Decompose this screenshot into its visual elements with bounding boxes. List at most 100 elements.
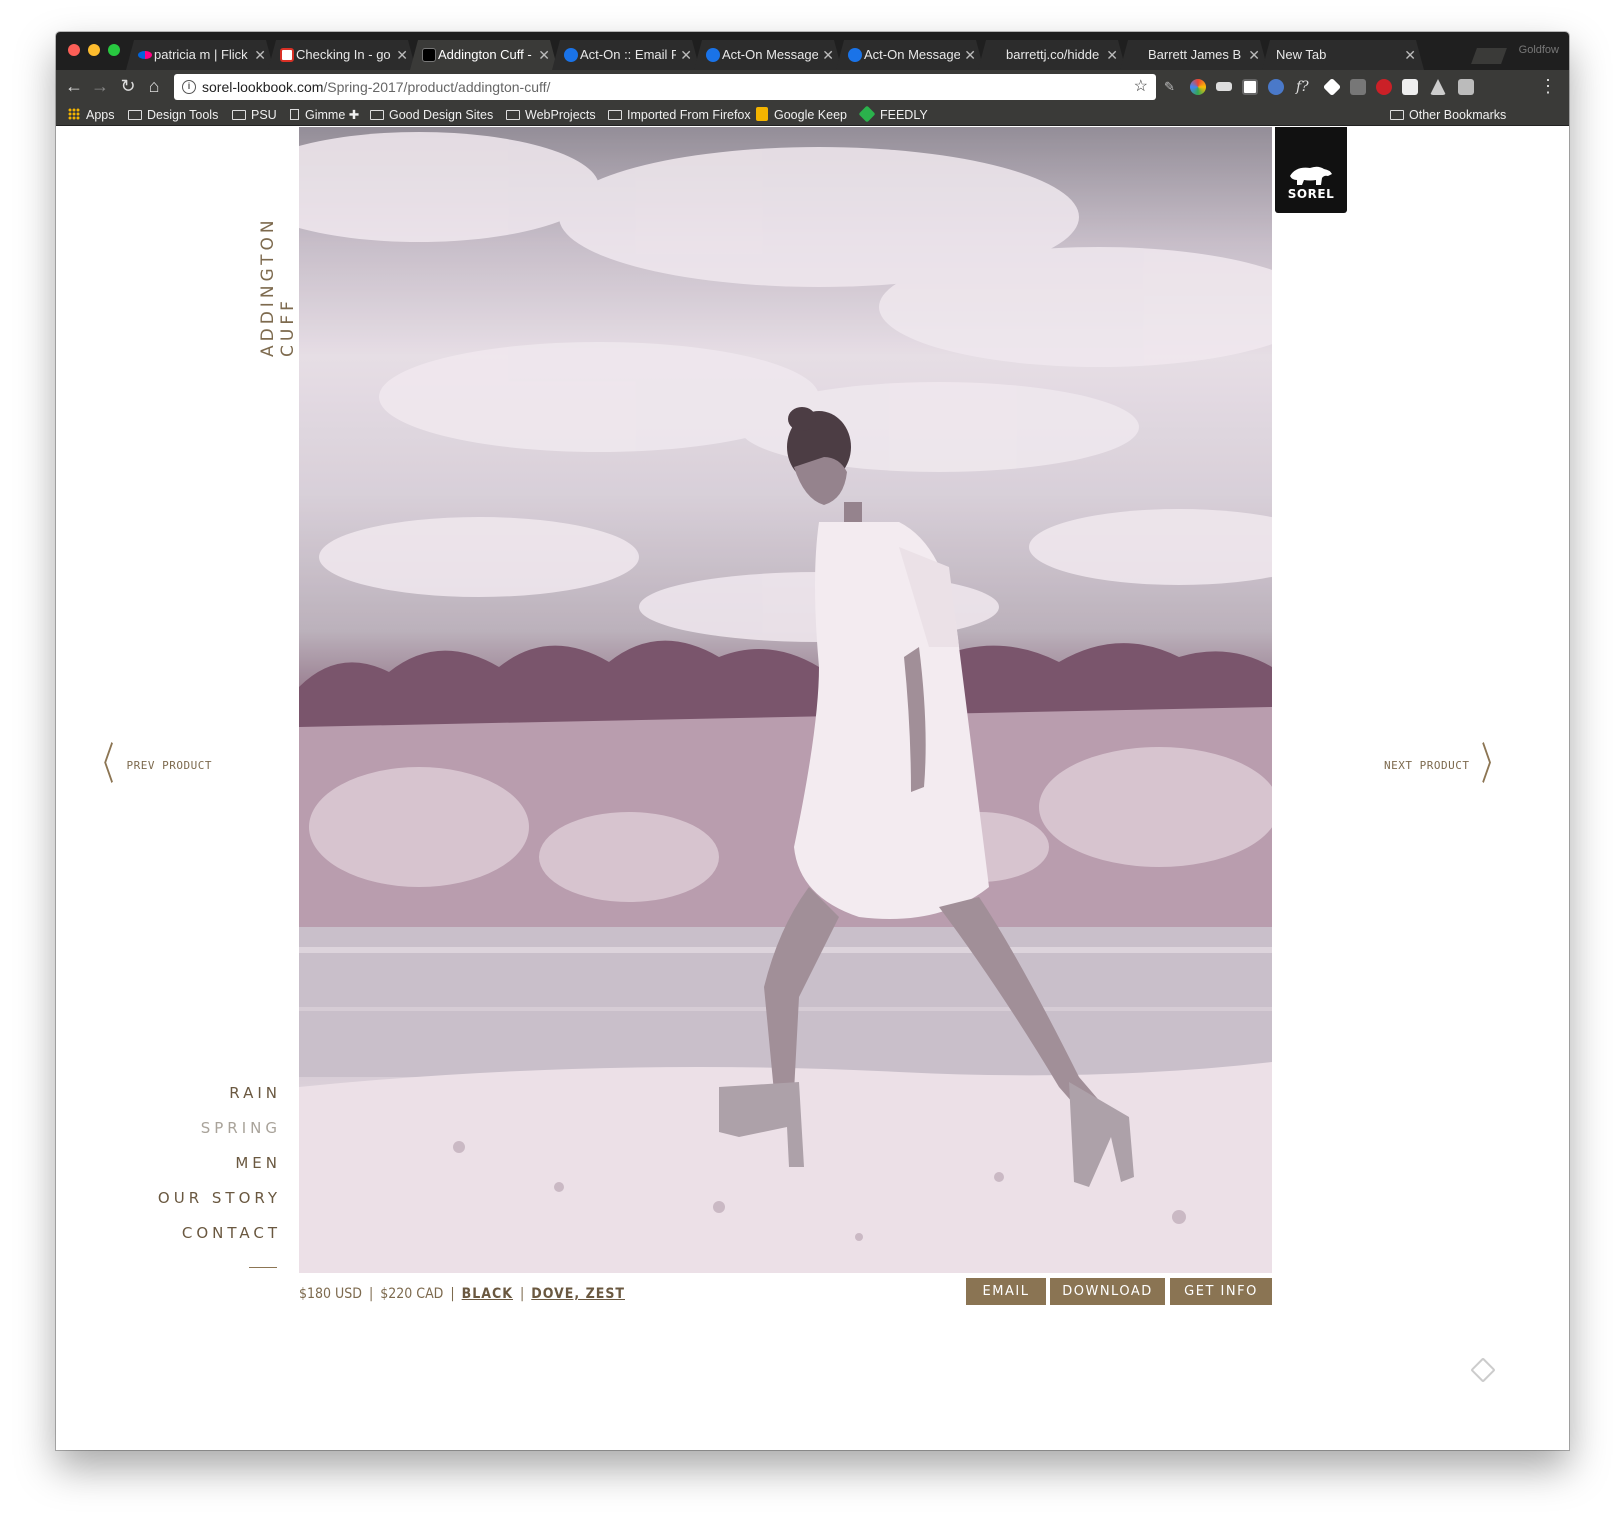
tab-act-on-email[interactable]: Act-On :: Email F ✕ (552, 40, 700, 70)
info-icon[interactable]: i (182, 80, 196, 94)
close-tab-icon[interactable]: ✕ (1404, 40, 1416, 70)
whatfont-icon[interactable]: f? (1296, 79, 1312, 95)
home-icon[interactable]: ⌂ (142, 74, 166, 98)
tab-act-on-message-1[interactable]: Act-On Message ✕ (694, 40, 842, 70)
browser-toolbar: ← → ↻ ⌂ i sorel-lookbook.com/Spring-2017… (56, 70, 1569, 104)
tab-title: barrettj.co/hidde (1006, 47, 1100, 62)
folder-icon (506, 110, 520, 120)
chevron-left-icon: 〈 (90, 739, 115, 790)
close-tab-icon[interactable]: ✕ (680, 40, 692, 70)
download-button[interactable]: DOWNLOAD (1050, 1278, 1165, 1305)
close-tab-icon[interactable]: ✕ (254, 40, 266, 70)
bookmark-label: Google Keep (774, 108, 847, 122)
bookmark-gimme[interactable]: Gimme ✚ (290, 104, 359, 126)
profile-button[interactable]: Goldfow (1519, 44, 1559, 56)
nav-divider (249, 1267, 277, 1268)
folder-icon (370, 110, 384, 120)
feedly-icon (858, 105, 876, 123)
minimize-window-button[interactable] (88, 44, 100, 56)
tab-new-tab[interactable]: New Tab ✕ (1262, 40, 1424, 70)
browser-menu-icon[interactable]: ⋮ (1539, 74, 1557, 98)
bookmark-label: Imported From Firefox (627, 108, 751, 122)
bookmark-label: FEEDLY (880, 108, 928, 122)
bookmark-label: WebProjects (525, 108, 596, 122)
pinterest-icon[interactable] (1376, 79, 1392, 95)
nav-contact[interactable]: CONTACT (158, 1223, 281, 1258)
bookmark-label: Other Bookmarks (1409, 108, 1507, 122)
screenshot-icon[interactable] (1242, 79, 1258, 95)
color-option-alternates[interactable]: DOVE, ZEST (531, 1286, 625, 1302)
tab-addington-cuff[interactable]: Addington Cuff - ✕ (410, 40, 558, 70)
sorel-logo[interactable]: SOREL (1275, 127, 1347, 213)
new-tab-button[interactable] (1471, 48, 1507, 64)
url-text: sorel-lookbook.com/Spring-2017/product/a… (202, 74, 550, 100)
price-cad: $220 CAD (380, 1286, 444, 1302)
nav-rain[interactable]: RAIN (158, 1083, 281, 1118)
tab-flickr[interactable]: patricia m | Flick ✕ (126, 40, 274, 70)
get-info-button[interactable]: GET INFO (1170, 1278, 1272, 1305)
bookmark-imported-from-firefox[interactable]: Imported From Firefox (608, 104, 751, 126)
bookmark-other-bookmarks[interactable]: Other Bookmarks (1390, 104, 1506, 126)
bookmark-psu[interactable]: PSU (232, 104, 277, 126)
nav-men[interactable]: MEN (158, 1153, 281, 1188)
grid-extension-icon[interactable] (1350, 79, 1366, 95)
zoom-window-button[interactable] (108, 44, 120, 56)
tab-title: New Tab (1276, 47, 1327, 62)
close-tab-icon[interactable]: ✕ (1248, 40, 1260, 70)
chevron-right-icon: 〉 (1481, 739, 1506, 790)
apps-grid-icon (68, 108, 80, 120)
next-product-link[interactable]: NEXT PRODUCT 〉 (1384, 742, 1516, 787)
close-window-button[interactable] (68, 44, 80, 56)
browser-window: patricia m | Flick ✕ Checking In - go ✕ … (56, 32, 1569, 1450)
tab-title: Act-On Message (864, 47, 960, 62)
camera-icon[interactable] (1458, 79, 1474, 95)
bookmark-google-keep[interactable]: Google Keep (756, 104, 847, 126)
gem-icon[interactable] (1322, 77, 1342, 97)
tab-act-on-message-2[interactable]: Act-On Message ✕ (836, 40, 984, 70)
prev-product-link[interactable]: 〈 PREV PRODUCT (80, 742, 212, 787)
pen-icon[interactable]: ✎ (1164, 79, 1180, 95)
tab-strip: patricia m | Flick ✕ Checking In - go ✕ … (56, 32, 1569, 70)
bookmark-star-icon[interactable]: ☆ (1134, 74, 1148, 100)
close-tab-icon[interactable]: ✕ (538, 40, 550, 70)
back-arrow-icon[interactable]: ← (62, 74, 86, 98)
bookmark-label: Design Tools (147, 108, 219, 122)
feedback-badge-icon[interactable] (1470, 1357, 1496, 1383)
folder-icon (608, 110, 622, 120)
nav-spring[interactable]: SPRING (158, 1118, 281, 1153)
tab-gmail[interactable]: Checking In - go ✕ (268, 40, 416, 70)
forward-arrow-icon[interactable]: → (88, 74, 112, 98)
close-tab-icon[interactable]: ✕ (396, 40, 408, 70)
power-icon (564, 48, 578, 62)
window-resizer-icon[interactable] (1216, 82, 1232, 91)
bookmark-good-design-sites[interactable]: Good Design Sites (370, 104, 493, 126)
tab-barrettj-hidden[interactable]: barrettj.co/hidde ✕ (978, 40, 1126, 70)
email-button[interactable]: EMAIL (966, 1278, 1046, 1305)
bookmark-label: Apps (86, 108, 115, 122)
color-picker-icon[interactable] (1190, 79, 1206, 95)
bookmark-feedly[interactable]: FEEDLY (858, 104, 928, 126)
sorel-icon (422, 48, 436, 62)
separator: | (450, 1286, 455, 1302)
tab-title: Act-On Message (722, 47, 818, 62)
photo-icon[interactable] (1402, 79, 1418, 95)
tab-barrett-james[interactable]: Barrett James B ✕ (1120, 40, 1268, 70)
bookmark-design-tools[interactable]: Design Tools (128, 104, 218, 126)
page-icon (290, 109, 299, 120)
reload-icon[interactable]: ↻ (116, 74, 140, 98)
hero-photo (299, 127, 1272, 1273)
separator: | (520, 1286, 525, 1302)
bookmark-label: Gimme ✚ (305, 108, 360, 122)
address-bar[interactable]: i sorel-lookbook.com/Spring-2017/product… (174, 74, 1156, 100)
power-icon (848, 48, 862, 62)
bookmark-apps[interactable]: Apps (68, 104, 115, 126)
close-tab-icon[interactable]: ✕ (822, 40, 834, 70)
bookmark-webprojects[interactable]: WebProjects (506, 104, 596, 126)
close-tab-icon[interactable]: ✕ (964, 40, 976, 70)
color-option-primary[interactable]: BLACK (462, 1286, 513, 1302)
drive-icon[interactable] (1430, 79, 1446, 95)
nav-our-story[interactable]: OUR STORY (158, 1188, 281, 1223)
close-tab-icon[interactable]: ✕ (1106, 40, 1118, 70)
tab-title: patricia m | Flick (154, 47, 248, 62)
web-developer-icon[interactable] (1268, 79, 1284, 95)
